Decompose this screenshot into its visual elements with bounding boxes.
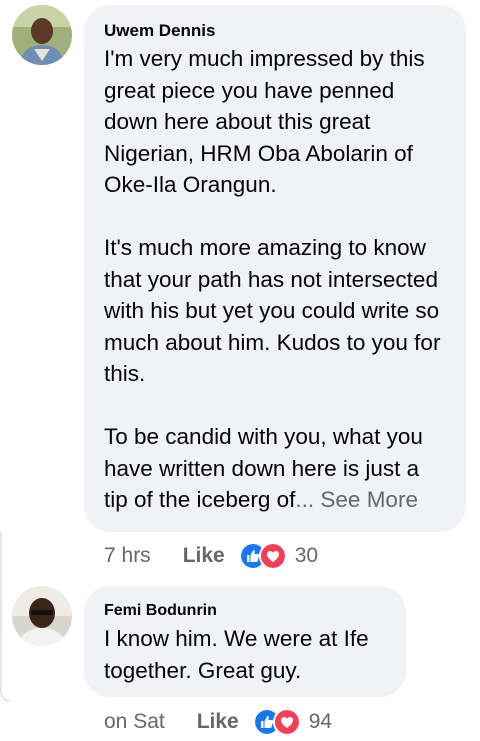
comment-timestamp[interactable]: on Sat bbox=[104, 710, 165, 734]
comment-paragraph: I'm very much impressed by this great pi… bbox=[104, 46, 425, 197]
reactions-summary[interactable] bbox=[238, 542, 287, 570]
comment-paragraph: It's much more amazing to know that your… bbox=[104, 235, 441, 386]
comment-bubble: Femi Bodunrin I know him. We were at Ife… bbox=[84, 586, 406, 697]
comment-text: I'm very much impressed by this great pi… bbox=[104, 43, 448, 516]
avatar[interactable] bbox=[12, 5, 72, 65]
avatar-image bbox=[12, 5, 72, 65]
heart-icon bbox=[272, 708, 301, 736]
reactions-summary[interactable] bbox=[252, 708, 301, 736]
comment-meta: 7 hrs Like 30 bbox=[104, 542, 318, 570]
reaction-count[interactable]: 30 bbox=[295, 544, 318, 568]
avatar-image bbox=[12, 586, 72, 646]
comment-paragraph: To be candid with you, what you have wri… bbox=[104, 421, 448, 516]
comment-timestamp[interactable]: 7 hrs bbox=[104, 544, 151, 568]
heart-icon bbox=[258, 542, 287, 570]
comment-author[interactable]: Femi Bodunrin bbox=[104, 602, 217, 620]
like-button[interactable]: Like bbox=[197, 710, 239, 734]
comment-text: I know him. We were at Ife together. Gre… bbox=[104, 623, 388, 686]
comment-bubble: Uwem Dennis I'm very much impressed by t… bbox=[84, 5, 466, 532]
avatar[interactable] bbox=[12, 586, 72, 646]
ellipsis: ... bbox=[295, 487, 315, 512]
comment-meta: on Sat Like 94 bbox=[104, 708, 332, 736]
comment-paragraph: I know him. We were at Ife together. Gre… bbox=[104, 626, 369, 683]
see-more-link[interactable]: See More bbox=[320, 487, 418, 512]
comment-author[interactable]: Uwem Dennis bbox=[104, 21, 215, 41]
reaction-count[interactable]: 94 bbox=[309, 710, 332, 734]
like-button[interactable]: Like bbox=[183, 544, 225, 568]
reply-thread-line bbox=[0, 532, 10, 702]
